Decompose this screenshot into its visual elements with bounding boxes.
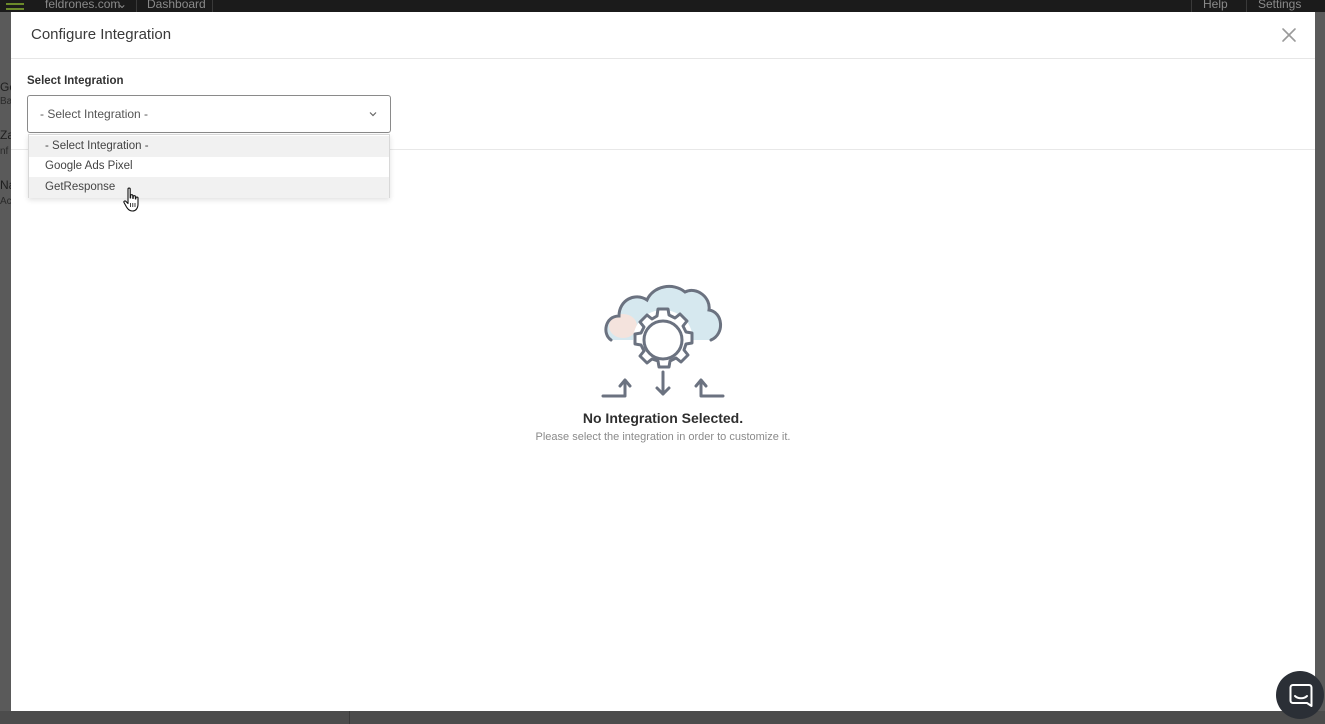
settings-menu[interactable]: Settings bbox=[1258, 0, 1301, 11]
option-google-ads-pixel[interactable]: Google Ads Pixel bbox=[29, 156, 389, 177]
background-topbar: feldrones.com ⌄ Dashboard Help Settings bbox=[0, 0, 1325, 12]
background-footer bbox=[0, 711, 1325, 724]
chat-launcher-button[interactable] bbox=[1276, 671, 1324, 719]
cloud-gear-integration-icon bbox=[601, 284, 725, 398]
integration-dropdown-list: - Select Integration - Google Ads Pixel … bbox=[28, 134, 390, 198]
integration-select[interactable]: - Select Integration - bbox=[27, 95, 391, 133]
select-integration-label: Select Integration bbox=[27, 75, 124, 87]
configure-integration-modal: Configure Integration Select Integration… bbox=[11, 12, 1315, 711]
option-getresponse[interactable]: GetResponse bbox=[29, 177, 389, 198]
hand-pointer-cursor-icon bbox=[123, 187, 139, 212]
close-button[interactable] bbox=[1279, 25, 1299, 45]
help-menu[interactable]: Help bbox=[1203, 0, 1228, 11]
option-select-integration[interactable]: - Select Integration - bbox=[29, 136, 389, 157]
site-selector[interactable]: feldrones.com bbox=[45, 0, 120, 11]
close-icon bbox=[1282, 28, 1296, 42]
chat-icon bbox=[1289, 684, 1313, 707]
chevron-down-icon: ⌄ bbox=[117, 0, 128, 11]
menu-icon[interactable] bbox=[6, 0, 24, 12]
empty-state-title: No Integration Selected. bbox=[582, 410, 744, 426]
select-value: - Select Integration - bbox=[40, 107, 149, 121]
dashboard-link[interactable]: Dashboard bbox=[147, 0, 206, 11]
empty-state-subtitle: Please select the integration in order t… bbox=[535, 431, 791, 443]
chevron-down-icon bbox=[369, 112, 377, 117]
modal-header: Configure Integration bbox=[11, 12, 1315, 59]
modal-title: Configure Integration bbox=[31, 26, 172, 43]
background-sidebar-fragments: Ge Ba Za nf Na Ac bbox=[0, 80, 11, 207]
